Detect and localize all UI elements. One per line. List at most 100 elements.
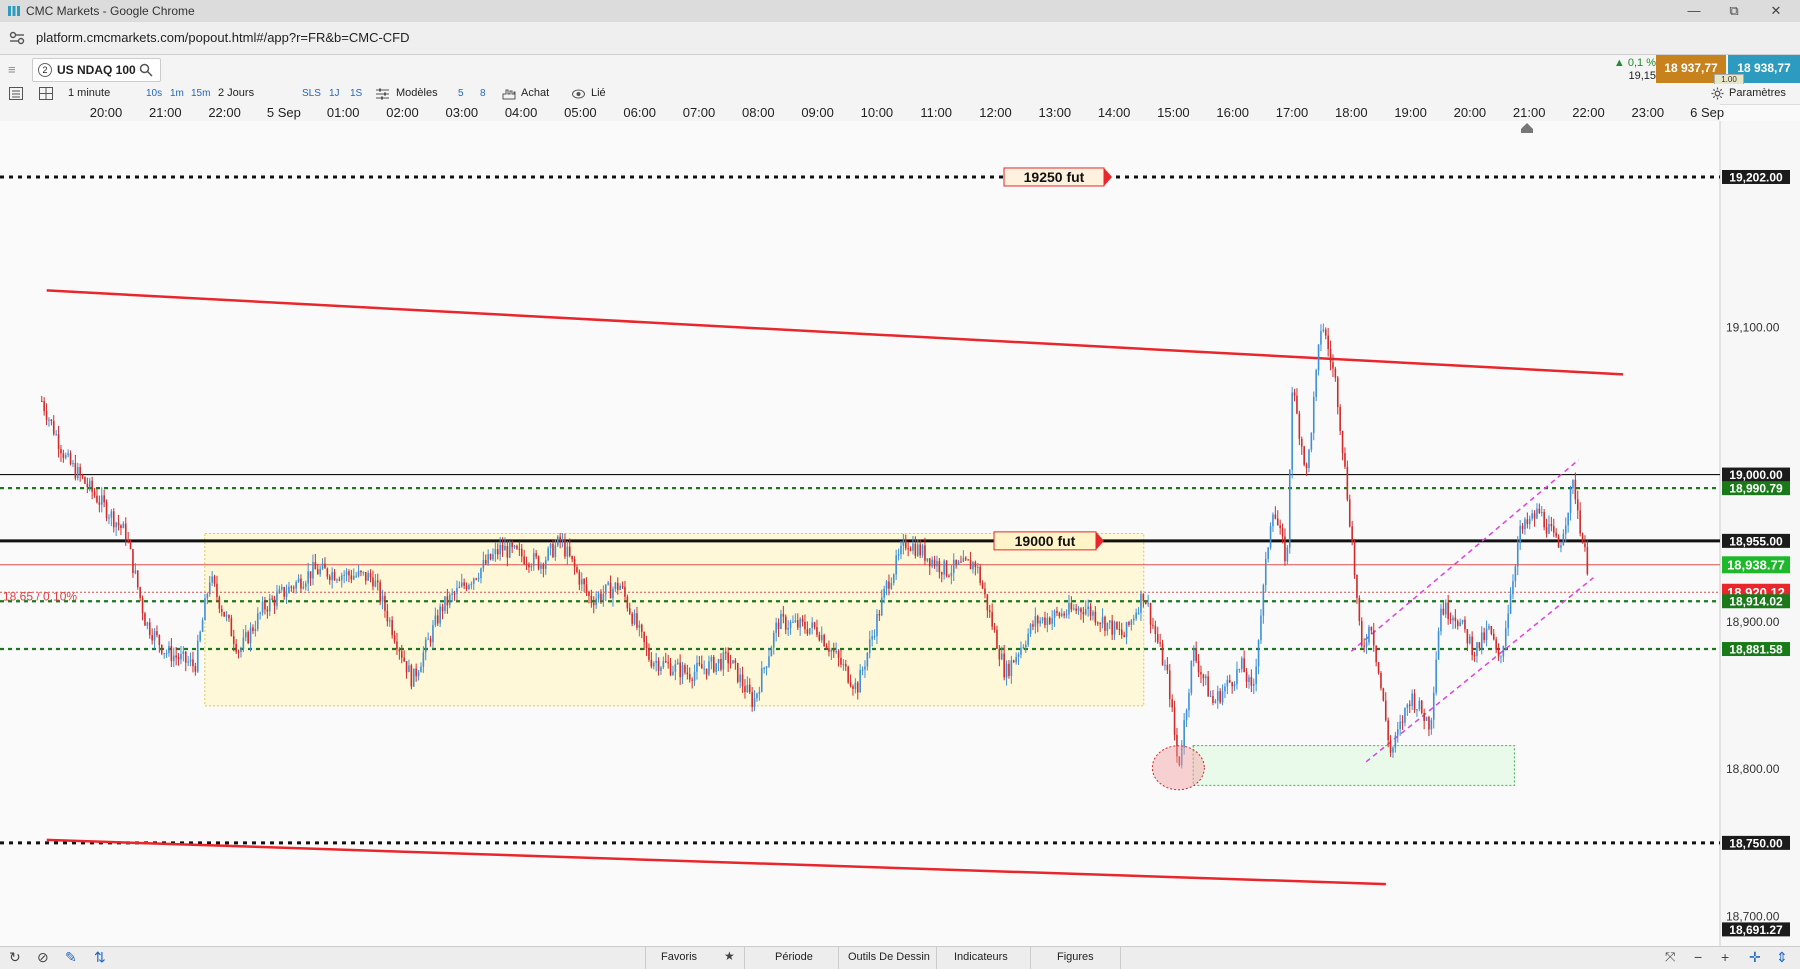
- quick-8[interactable]: 8: [480, 88, 486, 99]
- crosshair-icon[interactable]: ✛: [1749, 949, 1761, 966]
- time-tick: 22:00: [208, 105, 241, 120]
- candle-body: [384, 595, 386, 611]
- fit-icon[interactable]: ⤧: [1665, 949, 1675, 965]
- y-tick-label: 18,800.00: [1726, 762, 1780, 776]
- candle-body: [69, 453, 72, 465]
- candle-body: [285, 593, 288, 597]
- candle-body: [1140, 593, 1142, 613]
- candle-body: [482, 560, 485, 569]
- range-1j[interactable]: 1J: [329, 88, 340, 99]
- candle-body: [667, 662, 669, 664]
- candle-body: [1111, 620, 1113, 635]
- range-select[interactable]: 2 Jours: [218, 87, 254, 99]
- candle-body: [1538, 508, 1541, 514]
- search-icon[interactable]: [139, 63, 153, 77]
- candle-body: [1476, 642, 1478, 656]
- candle-body: [1495, 639, 1497, 650]
- candle-body: [451, 593, 453, 595]
- gear-icon[interactable]: [1711, 87, 1724, 100]
- candle-body: [864, 666, 866, 670]
- interval-10s[interactable]: 10s: [146, 88, 162, 99]
- candle-body: [487, 554, 489, 564]
- candle-body: [336, 579, 338, 581]
- buy-button[interactable]: Achat: [521, 87, 549, 99]
- restore-button[interactable]: ⧉: [1722, 2, 1746, 20]
- price-chart[interactable]: 18.65 / 0.10% 19,100.00 18,900.00 18,800.00…: [0, 121, 1800, 946]
- tab-period[interactable]: Période: [775, 951, 813, 963]
- zoom-in-icon[interactable]: +: [1721, 949, 1729, 965]
- candle-body: [1406, 704, 1409, 708]
- candle-body: [295, 582, 297, 589]
- time-tick: 16:00: [1216, 105, 1249, 120]
- candle-body: [417, 672, 420, 677]
- candle-body: [1447, 602, 1449, 619]
- candle-body: [300, 578, 302, 589]
- candle-body: [465, 585, 468, 589]
- range-1s[interactable]: 1S: [350, 88, 362, 99]
- cancel-icon[interactable]: ⊘: [37, 949, 49, 966]
- candle-body: [444, 596, 446, 612]
- settings-button[interactable]: Paramètres: [1729, 87, 1786, 99]
- pencil-icon[interactable]: ✎: [65, 949, 77, 966]
- close-button[interactable]: ✕: [1764, 2, 1788, 20]
- candle-body: [1051, 618, 1053, 624]
- candle-body: [1022, 647, 1025, 649]
- candle-body: [252, 627, 254, 632]
- zoom-out-icon[interactable]: −: [1694, 949, 1702, 965]
- range-sls[interactable]: SLS: [302, 88, 321, 99]
- candle-body: [669, 663, 672, 675]
- candle-body: [72, 463, 74, 465]
- y-tick-label: 18,700.00: [1726, 910, 1780, 924]
- time-tick: 03:00: [445, 105, 479, 120]
- candle-body: [748, 684, 751, 693]
- vertical-scale-icon[interactable]: ⇕: [1776, 949, 1788, 966]
- candle-body: [1464, 619, 1466, 630]
- tab-figures[interactable]: Figures: [1057, 951, 1094, 963]
- candle-body: [420, 666, 422, 673]
- yellow-zone: [204, 533, 1145, 707]
- candle-body: [967, 559, 969, 561]
- candle-body: [595, 598, 597, 606]
- candle-body: [580, 579, 583, 585]
- candle-body: [223, 611, 225, 617]
- tab-drawing-tools[interactable]: Outils De Dessin: [848, 951, 930, 963]
- candle-body: [468, 584, 470, 589]
- star-icon[interactable]: ★: [724, 949, 735, 963]
- candle-body: [928, 558, 931, 567]
- interval-1m[interactable]: 1m: [170, 88, 184, 99]
- candle-body: [972, 562, 974, 570]
- time-tick: 20:00: [1453, 105, 1487, 120]
- candle-body: [926, 558, 929, 561]
- time-tick: 07:00: [682, 105, 716, 120]
- candle-body: [1399, 721, 1401, 730]
- linked-button[interactable]: Lié: [591, 87, 606, 99]
- interval-select[interactable]: 1 minute: [68, 87, 110, 99]
- candle-body: [616, 582, 619, 590]
- tab-indicators[interactable]: Indicateurs: [954, 951, 1008, 963]
- candle-body: [1185, 710, 1188, 721]
- site-settings-icon[interactable]: [9, 31, 25, 45]
- candle-body: [1435, 659, 1437, 693]
- instrument-selector[interactable]: 2 US NDAQ 100: [32, 58, 161, 82]
- minimize-button[interactable]: —: [1682, 2, 1706, 20]
- candle-body: [609, 582, 612, 599]
- layout-grid-icon[interactable]: [39, 87, 53, 100]
- menu-icon[interactable]: ≡: [8, 63, 22, 77]
- candle-body: [1188, 692, 1190, 711]
- templates-button[interactable]: Modèles: [396, 87, 438, 99]
- quick-5[interactable]: 5: [458, 88, 464, 99]
- list-view-icon[interactable]: [9, 87, 23, 100]
- candle-body: [1132, 618, 1135, 621]
- candle-body: [1029, 624, 1032, 634]
- candle-body: [103, 495, 105, 503]
- candle-body: [67, 453, 69, 456]
- url-text[interactable]: platform.cmcmarkets.com/popout.html#/app…: [36, 30, 410, 45]
- candle-body: [556, 536, 559, 546]
- interval-15m[interactable]: 15m: [191, 88, 210, 99]
- arrows-icon[interactable]: ⇅: [94, 949, 106, 966]
- candle-body: [621, 585, 624, 587]
- refresh-icon[interactable]: ↻: [9, 949, 21, 966]
- candle-body: [1483, 632, 1485, 641]
- tab-favorites[interactable]: Favoris: [661, 951, 697, 963]
- candle-body: [523, 556, 525, 564]
